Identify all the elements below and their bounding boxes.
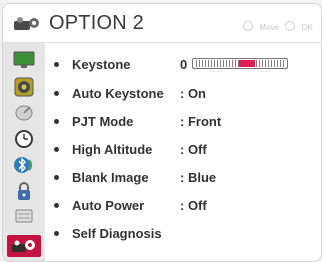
sidebar-item-bluetooth[interactable] (7, 154, 41, 176)
option-icon (15, 209, 33, 223)
menu-item-value: : Front (180, 114, 222, 129)
option-gears-icon (12, 240, 35, 252)
keystone-slider[interactable] (192, 58, 288, 69)
satellite-dish-icon (15, 105, 33, 121)
menu-item-label: Auto Power (72, 198, 145, 213)
sidebar-item-lock[interactable] (7, 180, 41, 202)
menu-item-pjt-mode[interactable]: PJT Mode : Front (45, 110, 321, 134)
option-gears-icon (14, 17, 39, 30)
sidebar-item-option-2[interactable] (7, 235, 41, 257)
menu-item-value: : Blue (180, 170, 217, 185)
page-title: OPTION 2 (49, 12, 144, 34)
picture-icon (13, 51, 35, 68)
category-sidebar (3, 43, 45, 261)
move-hint-icon (243, 21, 254, 31)
sidebar-item-time[interactable] (7, 128, 41, 150)
sidebar-item-picture[interactable] (7, 49, 41, 71)
clock-icon (15, 130, 33, 148)
menu-item-high-altitude[interactable]: High Altitude : Off (45, 138, 321, 162)
bullet (54, 62, 59, 67)
speaker-icon (14, 77, 34, 97)
move-hint-label: Move (259, 23, 279, 32)
menu-item-keystone[interactable]: Keystone 0 (45, 53, 321, 77)
navigation-hints: Move OK (239, 21, 313, 32)
menu-item-label: Self Diagnosis (72, 226, 162, 241)
menu-item-value: : Off (180, 142, 207, 157)
bullet (54, 147, 59, 152)
bullet (54, 119, 59, 124)
bullet (54, 175, 59, 180)
ok-hint-icon (285, 21, 296, 31)
menu-header: OPTION 2 Move OK (3, 4, 321, 42)
bullet (54, 203, 59, 208)
sidebar-item-option[interactable] (7, 206, 41, 228)
bullet (54, 91, 59, 96)
bluetooth-icon (14, 157, 33, 173)
menu-item-label: Auto Keystone (72, 86, 164, 101)
menu-item-label: Blank Image (72, 170, 149, 185)
option-list: Keystone 0 Auto Keystone : On PJT Mode :… (45, 43, 321, 261)
menu-item-value: : Off (180, 198, 207, 213)
menu-item-auto-power[interactable]: Auto Power : Off (45, 194, 321, 218)
option-2-menu-panel: OPTION 2 Move OK Keystone 0 Auto Keyston… (2, 3, 322, 262)
keystone-value: 0 (180, 57, 188, 72)
menu-item-label: PJT Mode (72, 114, 134, 129)
sidebar-item-channel[interactable] (7, 102, 41, 124)
lock-icon (18, 182, 30, 200)
menu-item-value: : On (180, 86, 206, 101)
menu-item-label: High Altitude (72, 142, 153, 157)
sidebar-item-audio[interactable] (7, 76, 41, 98)
slider-fill (239, 60, 255, 67)
bullet (54, 231, 59, 236)
ok-hint-label: OK (301, 23, 313, 32)
menu-item-blank-image[interactable]: Blank Image : Blue (45, 166, 321, 190)
menu-item-self-diagnosis[interactable]: Self Diagnosis (45, 222, 321, 246)
menu-item-auto-keystone[interactable]: Auto Keystone : On (45, 82, 321, 106)
menu-item-label: Keystone (72, 57, 131, 72)
